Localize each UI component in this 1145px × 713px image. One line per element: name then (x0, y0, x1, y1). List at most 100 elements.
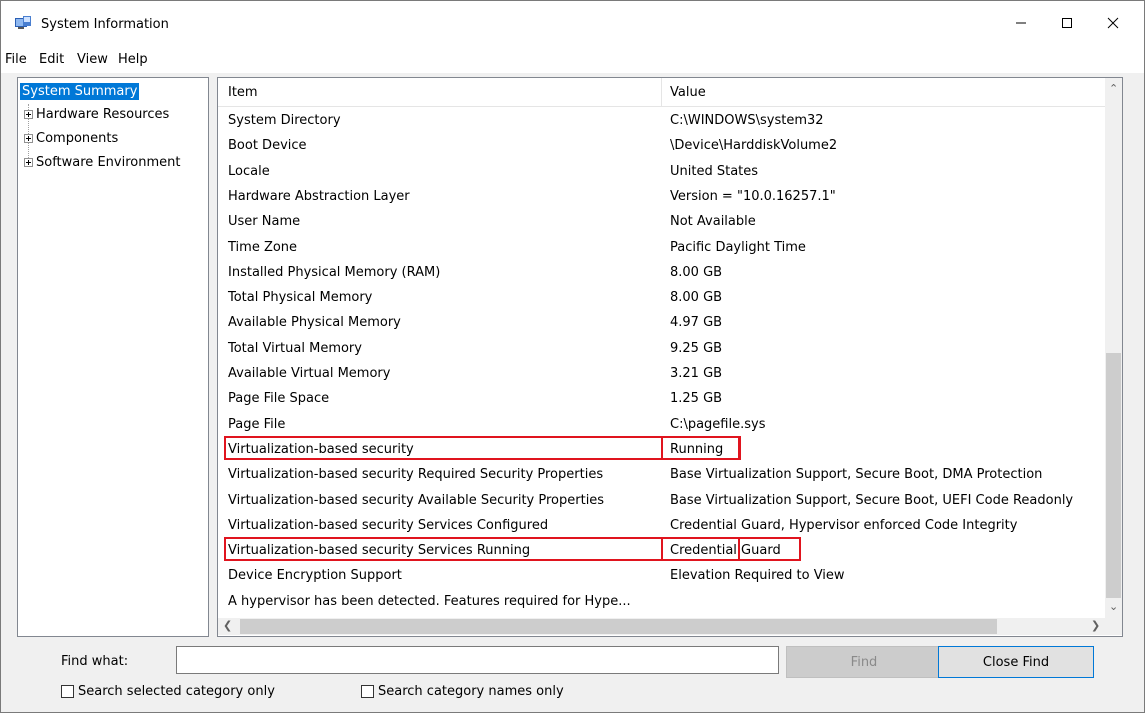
row-value-cell: 8.00 GB (670, 264, 723, 280)
row-item-cell: Virtualization-based security Services C… (228, 517, 549, 533)
table-row[interactable]: Boot Device \Device\HarddiskVolume2 (218, 133, 1105, 158)
details-list[interactable]: Item Value System Directory C:\WINDOWS\sy… (217, 77, 1123, 637)
tree-item-label: Software Environment (36, 155, 181, 170)
table-row[interactable]: Locale United States (218, 159, 1105, 184)
menu-edit[interactable]: Edit (39, 52, 64, 67)
row-value-cell: Base Virtualization Support, Secure Boot… (670, 467, 1043, 483)
expand-icon[interactable] (24, 110, 33, 119)
maximize-button[interactable] (1044, 1, 1090, 45)
tree-item-label: Hardware Resources (36, 107, 170, 122)
search-selected-category-checkbox[interactable]: Search selected category only (61, 684, 275, 699)
row-value-cell: Base Virtualization Support, Secure Boot… (670, 492, 1074, 508)
scroll-down-icon[interactable]: ⌄ (1109, 600, 1118, 613)
row-value-cell: United States (670, 163, 759, 179)
find-button[interactable]: Find (786, 646, 942, 678)
find-what-label: Find what: (61, 654, 129, 669)
tree-item-label: System Summary (20, 83, 140, 100)
table-row[interactable]: Virtualization-based security Required S… (218, 462, 1105, 487)
table-row[interactable]: Virtualization-based security Available … (218, 488, 1105, 513)
tree-item-hardware-resources[interactable]: Hardware Resources (24, 105, 169, 125)
row-item-cell: User Name (228, 214, 301, 230)
list-header: Item Value (218, 78, 1105, 107)
system-information-window: System Information File Edit View Help S… (0, 0, 1145, 713)
row-item-cell: System Directory (228, 113, 341, 128)
minimize-icon (1016, 22, 1026, 24)
scroll-right-icon[interactable]: ❯ (1091, 619, 1100, 632)
column-divider[interactable] (661, 78, 662, 106)
horizontal-scrollbar[interactable]: ❮ ❯ (218, 618, 1105, 635)
expand-icon[interactable] (24, 158, 33, 167)
table-row[interactable]: Available Virtual Memory 3.21 GB (218, 361, 1105, 386)
table-row[interactable]: User Name Not Available (218, 209, 1105, 234)
vertical-scrollbar[interactable]: ⌃ ⌄ (1105, 78, 1122, 618)
expand-icon[interactable] (24, 134, 33, 143)
close-button[interactable] (1090, 1, 1136, 45)
row-item-cell: Installed Physical Memory (RAM) (228, 264, 441, 280)
category-tree[interactable]: System Summary Hardware Resources Compon… (17, 77, 209, 637)
maximize-icon (1062, 18, 1072, 28)
row-value-cell: 1.25 GB (670, 391, 723, 407)
menu-view[interactable]: View (77, 52, 108, 67)
menu-help[interactable]: Help (118, 52, 148, 67)
table-row[interactable]: Page File C:\pagefile.sys (218, 412, 1105, 437)
close-find-button[interactable]: Close Find (938, 646, 1094, 678)
row-value-cell: 4.97 GB (670, 315, 723, 331)
scroll-left-icon[interactable]: ❮ (223, 619, 232, 632)
row-value-cell: Pacific Daylight Time (670, 239, 806, 255)
table-row[interactable]: Page File Space 1.25 GB (218, 386, 1105, 411)
highlight-box-value (661, 435, 741, 460)
horizontal-scroll-thumb[interactable] (240, 619, 997, 634)
search-category-names-checkbox[interactable]: Search category names only (361, 684, 564, 699)
menu-file[interactable]: File (5, 52, 27, 67)
tree-item-components[interactable]: Components (24, 129, 118, 149)
row-item-cell: Total Physical Memory (228, 290, 373, 306)
row-value-cell: Version = "10.0.16257.1" (670, 188, 836, 204)
row-item-cell: Boot Device (228, 138, 307, 154)
minimize-button[interactable] (998, 1, 1044, 45)
row-item-cell: Page File Space (228, 391, 330, 407)
checkbox-icon[interactable] (361, 685, 374, 698)
row-item-cell: Hardware Abstraction Layer (228, 188, 410, 204)
table-row[interactable]: Virtualization-based security Services C… (218, 513, 1105, 538)
tree-item-system-summary[interactable]: System Summary (20, 82, 140, 102)
table-row[interactable]: Total Virtual Memory 9.25 GB (218, 336, 1105, 361)
find-what-input[interactable] (176, 646, 779, 674)
row-value-cell: Not Available (670, 214, 756, 230)
row-value-cell: 3.21 GB (670, 366, 723, 381)
row-item-cell: Total Virtual Memory (228, 340, 362, 356)
system-information-icon (15, 16, 31, 29)
table-row[interactable]: Hardware Abstraction Layer Version = "10.… (218, 184, 1105, 209)
row-item-cell: Device Encryption Support (228, 568, 402, 584)
table-row[interactable]: Device Encryption Support Elevation Requi… (218, 563, 1105, 588)
tree-item-software-environment[interactable]: Software Environment (24, 153, 180, 173)
row-value-cell: Elevation Required to View (670, 568, 845, 584)
window-title: System Information (41, 17, 169, 32)
table-row[interactable]: Installed Physical Memory (RAM) 8.00 GB (218, 260, 1105, 285)
table-row[interactable]: Time Zone Pacific Daylight Time (218, 235, 1105, 260)
table-row[interactable]: A hypervisor has been detected. Features… (218, 589, 1105, 614)
row-value-cell: Credential Guard, Hypervisor enforced Co… (670, 517, 1018, 533)
row-item-cell: Virtualization-based security Available … (228, 492, 605, 508)
tree-item-label: Components (36, 131, 119, 146)
menu-bar: File Edit View Help (1, 45, 1144, 73)
checkbox-label: Search category names only (378, 684, 564, 699)
row-value-cell: C:\WINDOWS\system32 (670, 113, 824, 128)
title-bar[interactable]: System Information (1, 1, 1144, 45)
row-value-cell: 9.25 GB (670, 340, 723, 356)
table-row[interactable]: Available Physical Memory 4.97 GB (218, 310, 1105, 335)
column-header-item[interactable]: Item (228, 78, 258, 106)
scroll-up-icon[interactable]: ⌃ (1109, 82, 1118, 95)
row-item-cell: Locale (228, 163, 270, 179)
table-row[interactable]: Total Physical Memory 8.00 GB (218, 285, 1105, 310)
scrollbar-corner (1105, 618, 1122, 635)
row-item-cell: Available Physical Memory (228, 315, 401, 331)
checkbox-label: Search selected category only (78, 684, 275, 699)
row-item-cell: A hypervisor has been detected. Features… (228, 593, 631, 609)
row-item-cell: Virtualization-based security Required S… (228, 467, 604, 483)
vertical-scroll-thumb[interactable] (1106, 353, 1121, 598)
column-header-value[interactable]: Value (670, 78, 706, 106)
table-row[interactable]: System Directory C:\WINDOWS\system32 (218, 108, 1105, 133)
checkbox-icon[interactable] (61, 685, 74, 698)
close-icon (1107, 17, 1119, 29)
highlight-box-value (661, 537, 801, 562)
